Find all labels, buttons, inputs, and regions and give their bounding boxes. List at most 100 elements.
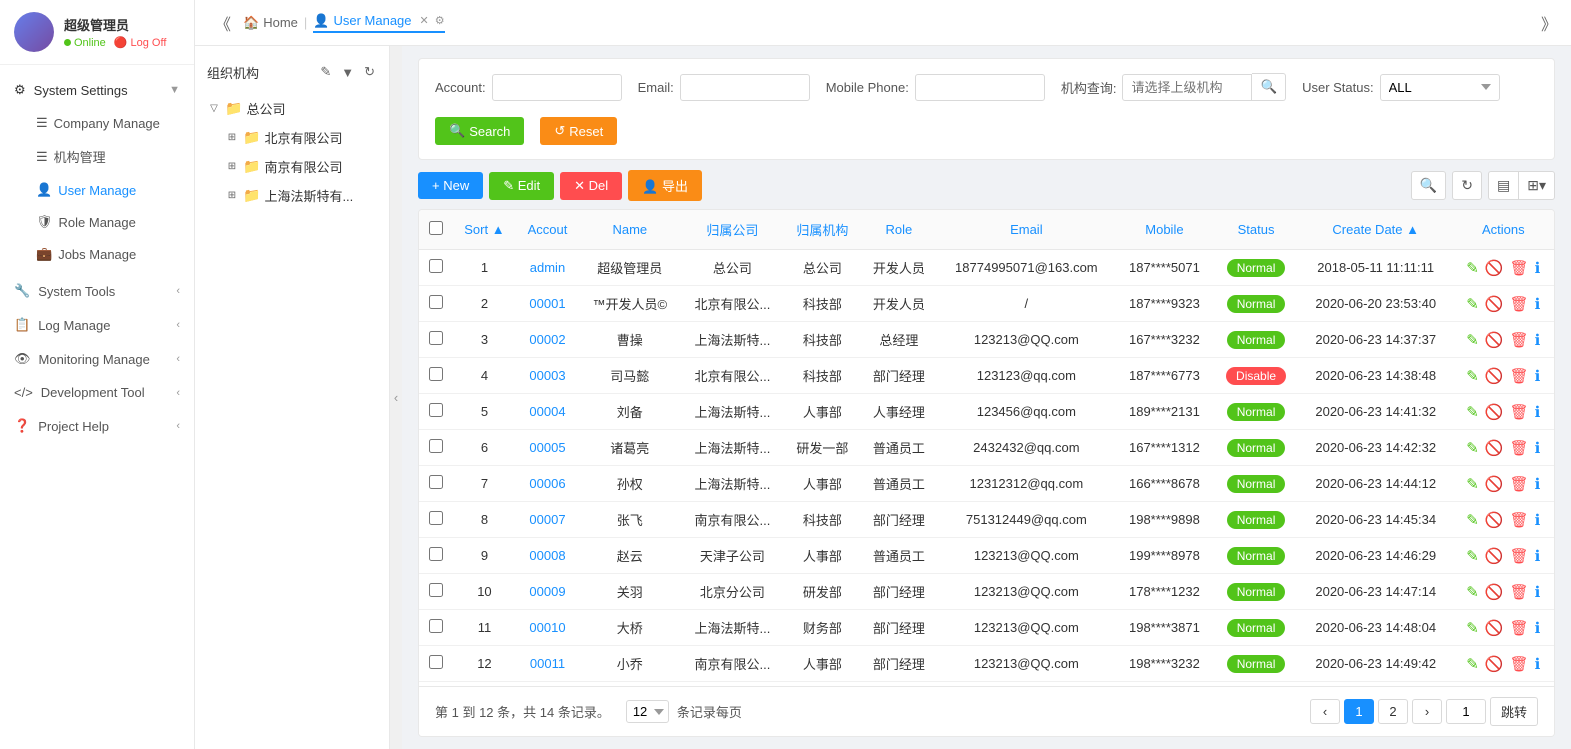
delete-button[interactable]: ✕ Del — [560, 172, 622, 200]
ban-row-icon[interactable]: 🚫 — [1485, 259, 1504, 277]
ban-row-icon[interactable]: 🚫 — [1485, 619, 1504, 637]
info-row-icon[interactable]: ℹ — [1535, 547, 1541, 565]
edit-row-icon[interactable]: ✎ — [1466, 331, 1479, 349]
delete-row-icon[interactable]: 🗑 — [1510, 403, 1529, 421]
nav-item-project-help[interactable]: ❓ Project Help ‹ — [0, 409, 194, 443]
row-account[interactable]: 00004 — [516, 394, 579, 430]
nav-item-log-manage[interactable]: 📋 Log Manage ‹ — [0, 308, 194, 342]
info-row-icon[interactable]: ℹ — [1535, 403, 1541, 421]
row-account[interactable]: 00009 — [516, 574, 579, 610]
sidebar-item-user-manage[interactable]: 👤 User Manage — [0, 174, 194, 206]
org-search-button[interactable]: 🔍 — [1252, 73, 1286, 101]
tree-edit-btn[interactable]: ✎ — [318, 62, 333, 82]
edit-row-icon[interactable]: ✎ — [1466, 295, 1479, 313]
delete-row-icon[interactable]: 🗑 — [1510, 547, 1529, 565]
ban-row-icon[interactable]: 🚫 — [1485, 295, 1504, 313]
status-select[interactable]: ALL Normal Disable — [1380, 74, 1500, 101]
ban-row-icon[interactable]: 🚫 — [1485, 655, 1504, 673]
table-search-button[interactable]: 🔍 — [1411, 171, 1446, 200]
row-account[interactable]: 00010 — [516, 610, 579, 646]
info-row-icon[interactable]: ℹ — [1535, 439, 1541, 457]
row-select-checkbox[interactable] — [429, 547, 443, 561]
mobile-input[interactable] — [915, 74, 1045, 101]
col-role[interactable]: Role — [861, 210, 938, 250]
row-select-checkbox[interactable] — [429, 403, 443, 417]
tree-down-btn[interactable]: ▼ — [339, 62, 356, 82]
edit-row-icon[interactable]: ✎ — [1466, 583, 1479, 601]
edit-row-icon[interactable]: ✎ — [1466, 619, 1479, 637]
col-sort[interactable]: Sort ▲ — [453, 210, 516, 250]
next-page-button[interactable]: › — [1412, 699, 1442, 724]
delete-row-icon[interactable]: 🗑 — [1510, 619, 1529, 637]
grid-view-button[interactable]: ⊞▾ — [1518, 171, 1555, 200]
info-row-icon[interactable]: ℹ — [1535, 655, 1541, 673]
export-button[interactable]: 👤 导出 — [628, 170, 702, 201]
row-account[interactable]: 00002 — [516, 322, 579, 358]
jump-button[interactable]: 跳转 — [1490, 697, 1538, 726]
info-row-icon[interactable]: ℹ — [1535, 619, 1541, 637]
info-row-icon[interactable]: ℹ — [1535, 295, 1541, 313]
row-select-checkbox[interactable] — [429, 439, 443, 453]
delete-row-icon[interactable]: 🗑 — [1510, 259, 1529, 277]
close-tab-icon[interactable]: ✕ — [420, 14, 429, 27]
col-mobile[interactable]: Mobile — [1116, 210, 1214, 250]
info-row-icon[interactable]: ℹ — [1535, 511, 1541, 529]
delete-row-icon[interactable]: 🗑 — [1510, 583, 1529, 601]
nav-item-system-settings[interactable]: ⚙ System Settings ▼ — [0, 73, 194, 107]
ban-row-icon[interactable]: 🚫 — [1485, 331, 1504, 349]
row-select-checkbox[interactable] — [429, 511, 443, 525]
info-row-icon[interactable]: ℹ — [1535, 583, 1541, 601]
col-account[interactable]: Accout — [516, 210, 579, 250]
edit-row-icon[interactable]: ✎ — [1466, 655, 1479, 673]
ban-row-icon[interactable]: 🚫 — [1485, 367, 1504, 385]
col-email[interactable]: Email — [937, 210, 1115, 250]
col-status[interactable]: Status — [1213, 210, 1299, 250]
row-select-checkbox[interactable] — [429, 583, 443, 597]
page-1-button[interactable]: 1 — [1344, 699, 1374, 724]
row-select-checkbox[interactable] — [429, 295, 443, 309]
delete-row-icon[interactable]: 🗑 — [1510, 475, 1529, 493]
delete-row-icon[interactable]: 🗑 — [1510, 295, 1529, 313]
col-org[interactable]: 归属机构 — [784, 210, 861, 250]
edit-row-icon[interactable]: ✎ — [1466, 367, 1479, 385]
info-row-icon[interactable]: ℹ — [1535, 475, 1541, 493]
new-button[interactable]: + New — [418, 172, 483, 199]
email-input[interactable] — [680, 74, 810, 101]
tab-settings-icon[interactable]: ⚙ — [435, 14, 445, 27]
tree-node-beijing[interactable]: ⊞ 📁 北京有限公司 — [221, 123, 381, 152]
sidebar-item-company-manage[interactable]: ☰ Company Manage — [0, 107, 194, 139]
row-select-checkbox[interactable] — [429, 475, 443, 489]
edit-row-icon[interactable]: ✎ — [1466, 403, 1479, 421]
row-account[interactable]: 00005 — [516, 430, 579, 466]
delete-row-icon[interactable]: 🗑 — [1510, 655, 1529, 673]
list-view-button[interactable]: ▤ — [1488, 171, 1518, 200]
ban-row-icon[interactable]: 🚫 — [1485, 547, 1504, 565]
tree-node-nanjing[interactable]: ⊞ 📁 南京有限公司 — [221, 152, 381, 181]
table-refresh-button[interactable]: ↻ — [1452, 171, 1482, 200]
col-company[interactable]: 归属公司 — [681, 210, 784, 250]
ban-row-icon[interactable]: 🚫 — [1485, 439, 1504, 457]
row-select-checkbox[interactable] — [429, 259, 443, 273]
row-account[interactable]: 00001 — [516, 286, 579, 322]
tree-refresh-btn[interactable]: ↻ — [362, 62, 377, 82]
page-size-select[interactable]: 12 20 50 — [626, 700, 669, 723]
nav-item-dev-tool[interactable]: </> Development Tool ‹ — [0, 376, 194, 409]
edit-row-icon[interactable]: ✎ — [1466, 511, 1479, 529]
row-account[interactable]: admin — [516, 250, 579, 286]
col-create-date[interactable]: Create Date ▲ — [1299, 210, 1453, 250]
topbar-expand-btn[interactable]: 》 — [1541, 11, 1557, 35]
edit-row-icon[interactable]: ✎ — [1466, 439, 1479, 457]
edit-row-icon[interactable]: ✎ — [1466, 259, 1479, 277]
edit-button[interactable]: ✎ Edit — [489, 172, 554, 200]
info-row-icon[interactable]: ℹ — [1535, 367, 1541, 385]
delete-row-icon[interactable]: 🗑 — [1510, 367, 1529, 385]
tree-node-shanghai[interactable]: ⊞ 📁 上海法斯特有... — [221, 181, 381, 210]
tree-node-root[interactable]: ▽ 📁 总公司 — [203, 94, 381, 123]
collapse-sidebar-button[interactable]: 《 — [209, 7, 237, 39]
row-select-checkbox[interactable] — [429, 619, 443, 633]
edit-row-icon[interactable]: ✎ — [1466, 547, 1479, 565]
delete-row-icon[interactable]: 🗑 — [1510, 439, 1529, 457]
org-search-input[interactable] — [1122, 74, 1252, 101]
search-button[interactable]: 🔍 Search — [435, 117, 524, 145]
row-account[interactable]: 00006 — [516, 466, 579, 502]
